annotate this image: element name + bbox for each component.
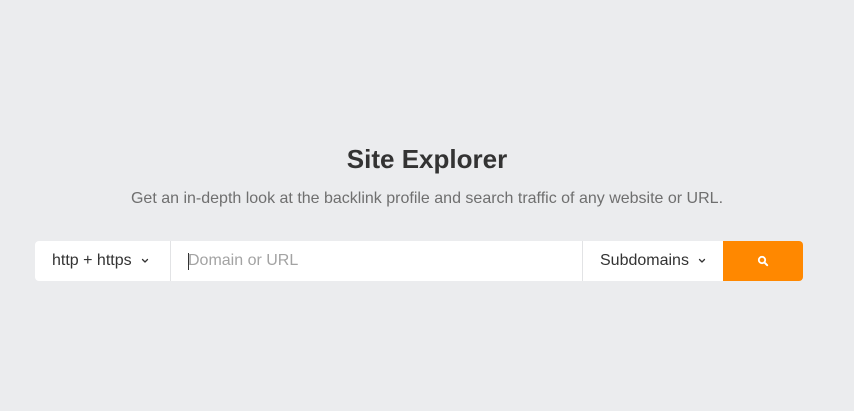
domain-url-input[interactable] — [171, 242, 582, 280]
search-bar: http + https Subdomains — [35, 241, 803, 281]
search-icon — [757, 255, 769, 267]
page-subtitle: Get an in-depth look at the backlink pro… — [130, 190, 724, 207]
protocol-select[interactable]: http + https — [35, 241, 171, 281]
search-button[interactable] — [723, 241, 803, 281]
page-title: Site Explorer — [346, 144, 508, 174]
chevron-down-icon — [141, 258, 149, 264]
url-input-container — [171, 241, 583, 281]
protocol-select-label: http + https — [52, 252, 132, 269]
text-cursor — [188, 253, 189, 270]
subdomains-select[interactable]: Subdomains — [583, 241, 723, 281]
subdomains-select-label: Subdomains — [600, 252, 689, 269]
chevron-down-icon — [698, 258, 706, 264]
